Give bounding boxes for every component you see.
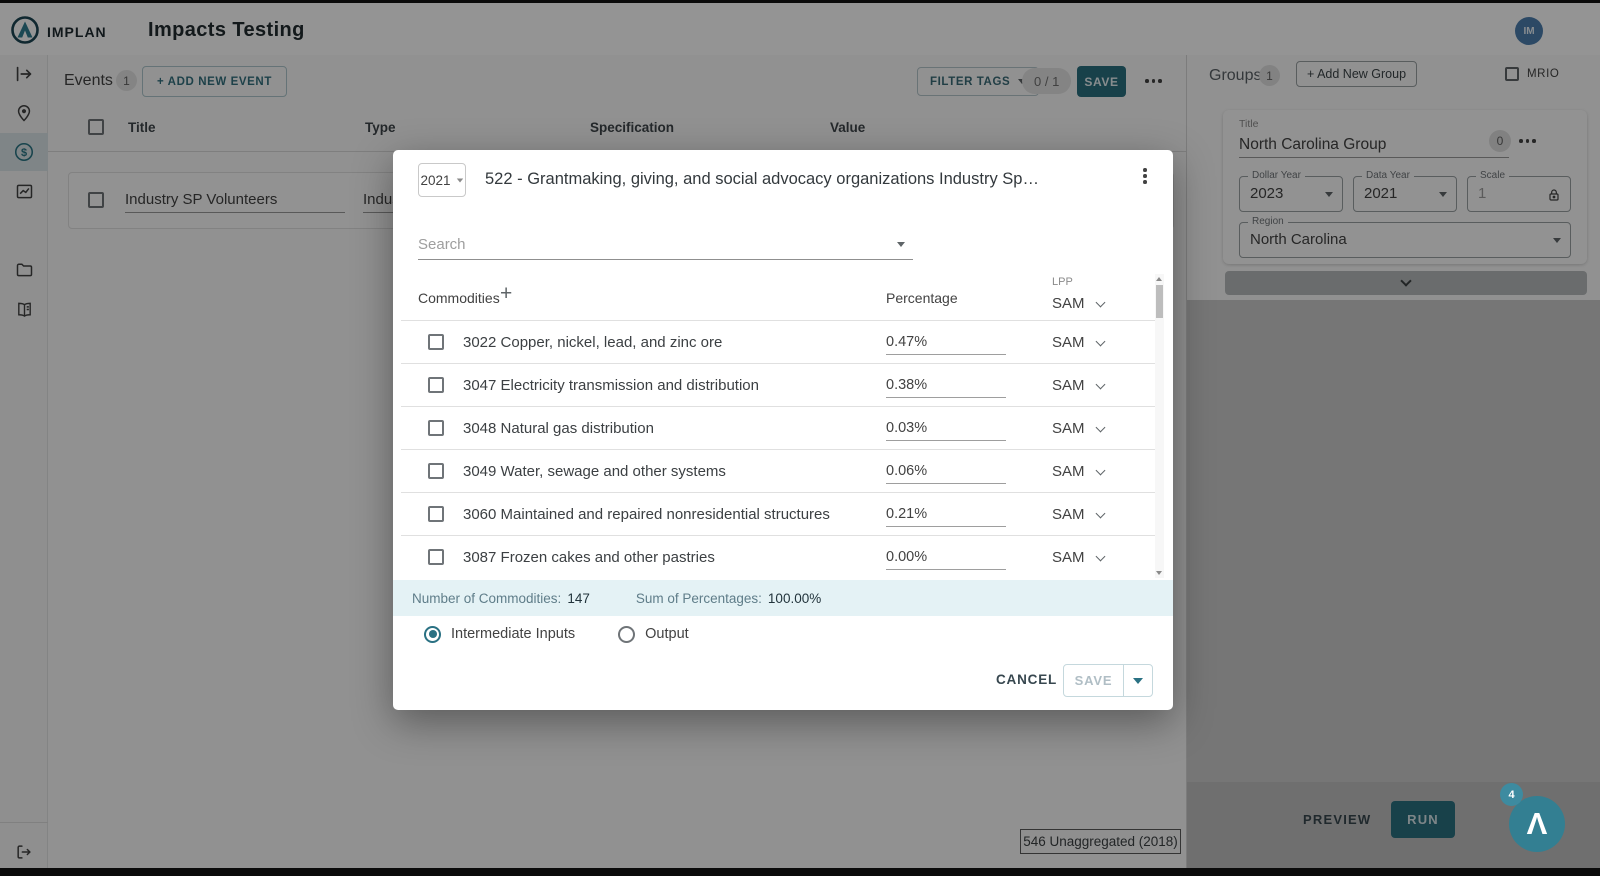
row-lpp-select[interactable]: SAM: [1052, 334, 1105, 351]
commodity-row: 3048 Natural gas distribution SAM: [401, 407, 1163, 450]
row-lpp-select[interactable]: SAM: [1052, 463, 1105, 480]
year-value: 2021: [420, 172, 451, 188]
chevron-down-icon: [1095, 379, 1105, 389]
output-label: Output: [645, 626, 689, 642]
commodity-label: 3022 Copper, nickel, lead, and zinc ore: [463, 334, 723, 351]
window-bottom-strip: [0, 868, 1600, 876]
commodity-row: 3087 Frozen cakes and other pastries SAM: [401, 536, 1163, 578]
commodity-checkbox[interactable]: [428, 549, 444, 565]
save-split-button: SAVE: [1063, 664, 1153, 697]
industry-spec-dialog: 2021 522 - Grantmaking, giving, and soci…: [393, 150, 1173, 710]
commodity-row: 3049 Water, sewage and other systems SAM: [401, 450, 1163, 493]
sum-percentages-value: 100.00%: [767, 590, 822, 606]
percentage-input[interactable]: [886, 372, 1006, 398]
chevron-down-icon: [1095, 422, 1105, 432]
commodity-checkbox[interactable]: [428, 377, 444, 393]
spec-type-radio-group: Intermediate Inputs Output: [424, 622, 1124, 646]
scrollbar-thumb[interactable]: [1156, 285, 1163, 318]
chevron-down-icon: [1095, 465, 1105, 475]
commodity-label: 3060 Maintained and repaired nonresident…: [463, 506, 830, 523]
fab-notification-badge: 4: [1500, 783, 1523, 806]
caret-down-icon: [456, 178, 463, 182]
commodity-row: 3060 Maintained and repaired nonresident…: [401, 493, 1163, 536]
summary-strip: Number of Commodities: 147 Sum of Percen…: [393, 580, 1173, 616]
implan-help-fab[interactable]: Λ: [1509, 796, 1565, 852]
search-input[interactable]: [418, 232, 878, 256]
commodity-row: 3022 Copper, nickel, lead, and zinc ore …: [401, 321, 1163, 364]
row-lpp-select[interactable]: SAM: [1052, 377, 1105, 394]
chevron-down-icon: [1095, 551, 1105, 561]
commodity-list: 3022 Copper, nickel, lead, and zinc ore …: [401, 320, 1163, 578]
row-lpp-select[interactable]: SAM: [1052, 420, 1105, 437]
commodity-search: [418, 230, 913, 260]
lpp-column-label: LPP: [1052, 276, 1073, 288]
row-lpp-value: SAM: [1052, 334, 1085, 351]
cancel-button[interactable]: CANCEL: [996, 672, 1057, 687]
commodity-table-header: Commodities + Percentage LPP SAM: [393, 272, 1173, 320]
commodity-count-value: 147: [567, 590, 590, 606]
dialog-title: 522 - Grantmaking, giving, and social ad…: [485, 170, 1039, 188]
row-lpp-select[interactable]: SAM: [1052, 506, 1105, 523]
dialog-save-button[interactable]: SAVE: [1064, 665, 1124, 696]
intermediate-inputs-label: Intermediate Inputs: [451, 626, 576, 642]
chevron-down-icon: [1095, 508, 1105, 518]
sum-percentages-label: Sum of Percentages:: [635, 590, 762, 606]
list-scrollbar[interactable]: [1155, 274, 1164, 578]
commodity-label: 3049 Water, sewage and other systems: [463, 463, 726, 480]
caret-down-icon[interactable]: [897, 242, 905, 247]
row-lpp-value: SAM: [1052, 506, 1085, 523]
row-lpp-value: SAM: [1052, 420, 1085, 437]
percentage-input[interactable]: [886, 329, 1006, 355]
commodity-row: 3047 Electricity transmission and distri…: [401, 364, 1163, 407]
percentage-input[interactable]: [886, 544, 1006, 570]
row-lpp-select[interactable]: SAM: [1052, 549, 1105, 566]
row-lpp-value: SAM: [1052, 463, 1085, 480]
percentage-input[interactable]: [886, 458, 1006, 484]
output-radio[interactable]: [618, 625, 636, 643]
caret-down-icon: [1133, 677, 1143, 684]
commodity-checkbox[interactable]: [428, 420, 444, 436]
commodity-checkbox[interactable]: [428, 334, 444, 350]
percentage-input[interactable]: [886, 415, 1006, 441]
scroll-down-icon[interactable]: [1156, 571, 1162, 575]
commodity-checkbox[interactable]: [428, 506, 444, 522]
percentage-input[interactable]: [886, 501, 1006, 527]
save-options-dropdown[interactable]: [1124, 665, 1152, 696]
commodity-label: 3048 Natural gas distribution: [463, 420, 654, 437]
row-lpp-value: SAM: [1052, 549, 1085, 566]
add-commodity-icon[interactable]: +: [500, 282, 512, 306]
lpp-header-value: SAM: [1052, 295, 1085, 312]
chevron-down-icon: [1095, 297, 1105, 307]
lpp-header-select[interactable]: SAM: [1052, 295, 1105, 312]
commodity-label: 3087 Frozen cakes and other pastries: [463, 549, 715, 566]
scroll-up-icon[interactable]: [1156, 277, 1162, 281]
year-select[interactable]: 2021: [418, 163, 466, 197]
intermediate-inputs-radio[interactable]: [424, 625, 441, 643]
commodity-count-label: Number of Commodities:: [412, 590, 562, 606]
commodity-label: 3047 Electricity transmission and distri…: [463, 377, 759, 394]
commodities-column-header: Commodities: [418, 290, 500, 306]
chevron-down-icon: [1095, 336, 1105, 346]
dialog-more-options-icon[interactable]: [1143, 168, 1147, 184]
percentage-column-header: Percentage: [886, 290, 958, 306]
row-lpp-value: SAM: [1052, 377, 1085, 394]
commodity-checkbox[interactable]: [428, 463, 444, 479]
window-top-strip: [0, 0, 1600, 3]
